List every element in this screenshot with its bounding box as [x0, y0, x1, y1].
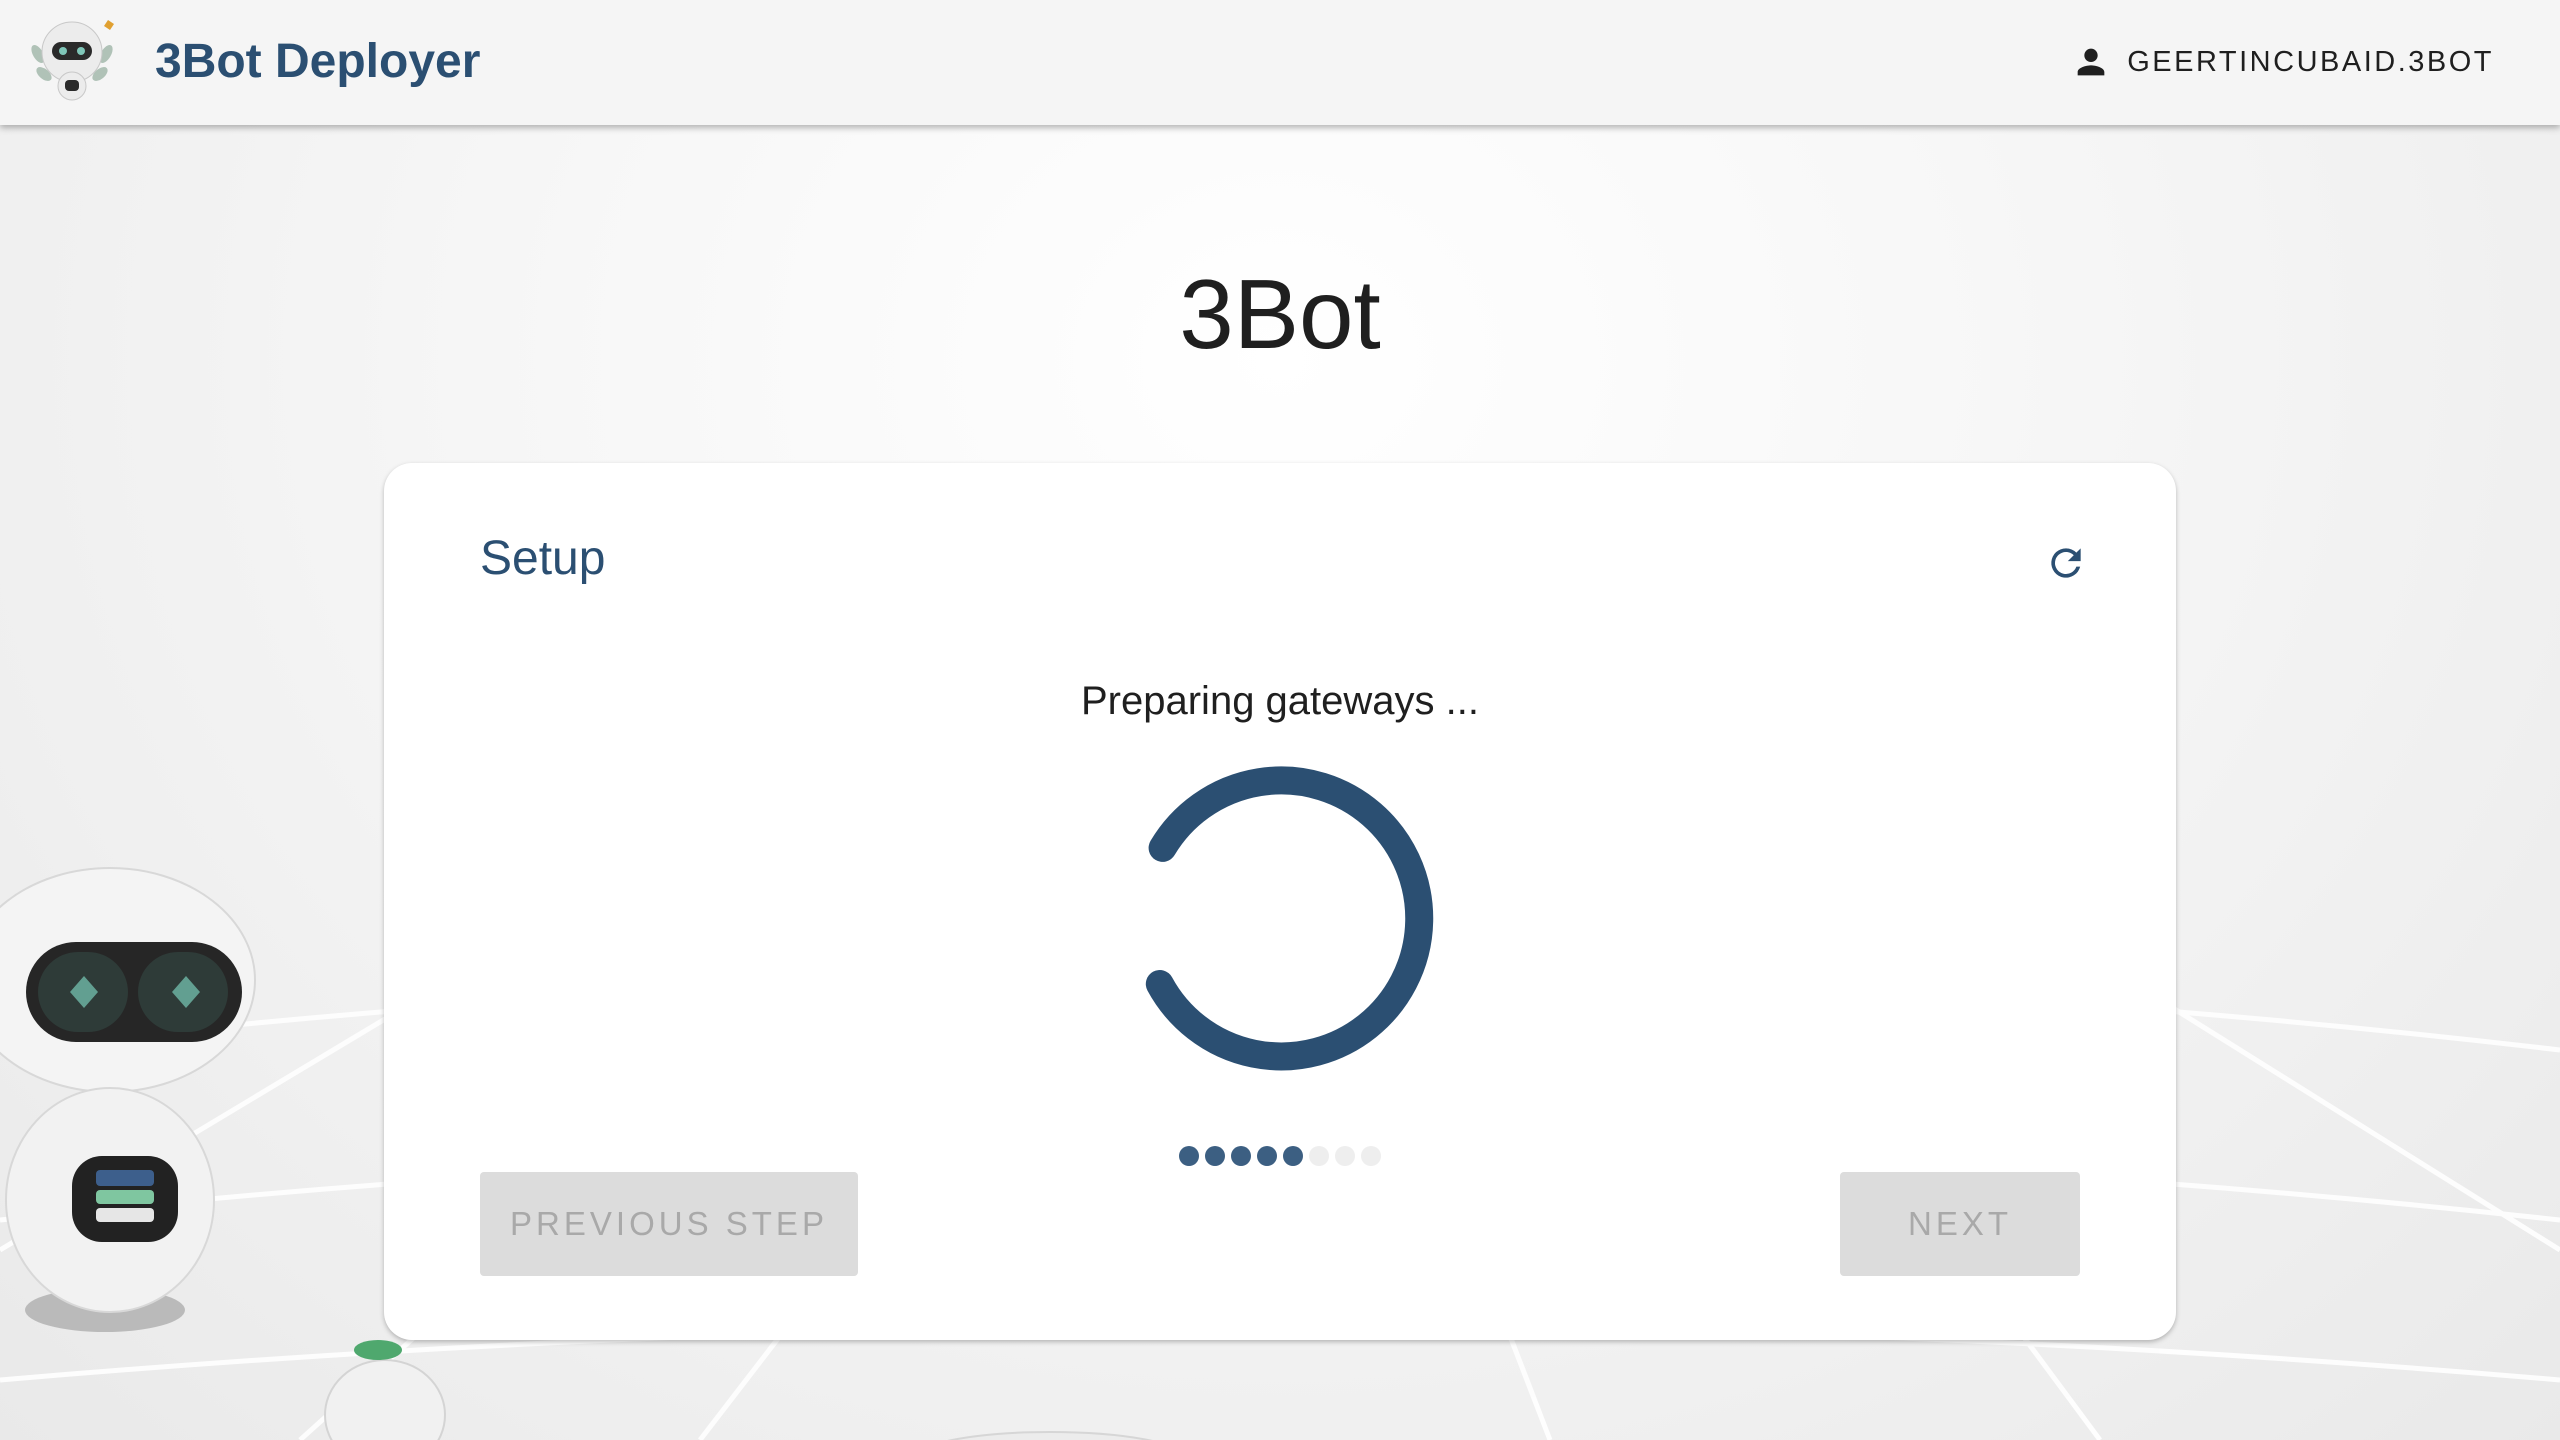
- loading-spinner: [1145, 766, 1434, 1071]
- step-progress-dots: [384, 1146, 2176, 1166]
- app-title[interactable]: 3Bot Deployer: [155, 34, 480, 89]
- person-icon: [2077, 48, 2105, 76]
- next-button[interactable]: NEXT: [1840, 1172, 2080, 1276]
- step-dot: [1335, 1146, 1355, 1166]
- status-text: Preparing gateways ...: [1081, 679, 1479, 723]
- previous-step-button[interactable]: PREVIOUS STEP: [480, 1172, 858, 1276]
- card-title: Setup: [480, 532, 606, 585]
- step-dot: [1179, 1146, 1199, 1166]
- step-dot: [1231, 1146, 1251, 1166]
- step-dot: [1361, 1146, 1381, 1166]
- app-header: 3Bot Deployer GEERTINCUBAID.3BOT: [0, 0, 2560, 125]
- step-dot: [1257, 1146, 1277, 1166]
- refresh-icon: [2051, 548, 2081, 578]
- user-menu[interactable]: GEERTINCUBAID.3BOT: [2071, 38, 2494, 86]
- page-title: 3Bot: [1179, 259, 1381, 369]
- refresh-button[interactable]: [2034, 531, 2098, 595]
- step-dot: [1205, 1146, 1225, 1166]
- setup-card: Setup Preparing gateways ... PREVIOUS ST…: [384, 463, 2176, 1340]
- step-dot: [1283, 1146, 1303, 1166]
- user-name: GEERTINCUBAID.3BOT: [2127, 45, 2494, 78]
- step-dot: [1309, 1146, 1329, 1166]
- robot-bottom-illustration: [947, 1431, 1153, 1440]
- 3bot-logo[interactable]: [26, 14, 120, 104]
